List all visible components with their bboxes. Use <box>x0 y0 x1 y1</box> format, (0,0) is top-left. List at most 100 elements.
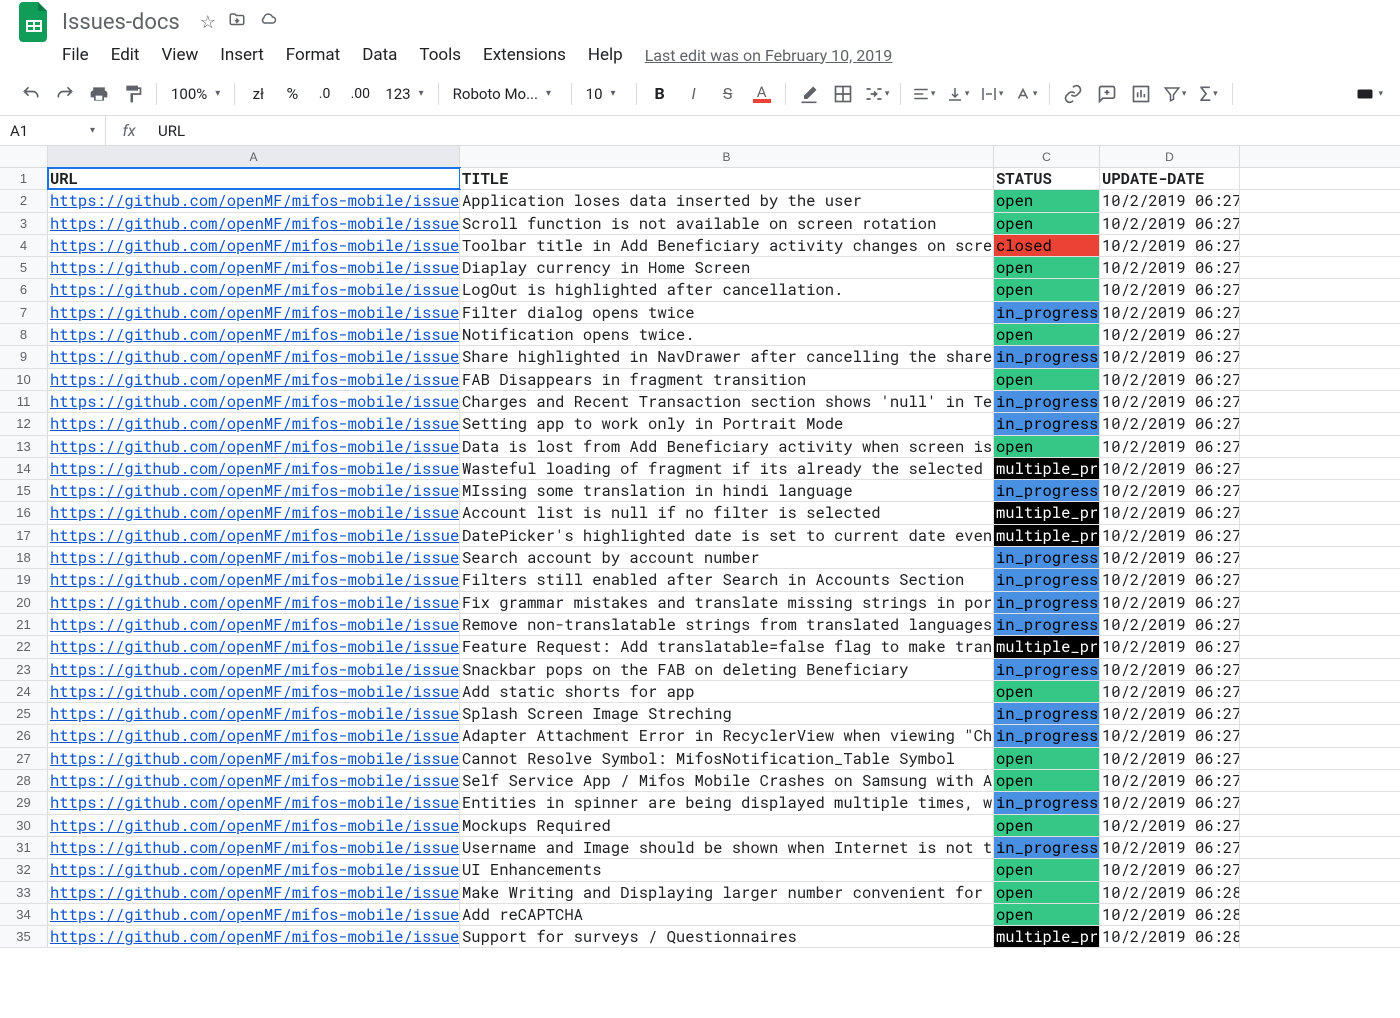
row-header[interactable]: 18 <box>0 547 48 568</box>
cell-url[interactable]: https://github.com/openMF/mifos-mobile/i… <box>48 636 460 657</box>
cell-date[interactable]: 10/2/2019 06:27 <box>1100 792 1240 813</box>
row-header[interactable]: 31 <box>0 837 48 858</box>
cell-status[interactable]: in_progress <box>994 792 1100 813</box>
cell-url[interactable]: https://github.com/openMF/mifos-mobile/i… <box>48 748 460 769</box>
menu-view[interactable]: View <box>161 45 198 65</box>
row-header[interactable]: 33 <box>0 882 48 903</box>
cell-date[interactable]: 10/2/2019 06:27 <box>1100 681 1240 702</box>
cell-date[interactable]: 10/2/2019 06:28 <box>1100 926 1240 947</box>
cell-url[interactable]: https://github.com/openMF/mifos-mobile/i… <box>48 815 460 836</box>
font-size-dropdown[interactable]: 10 <box>578 80 630 108</box>
menu-format[interactable]: Format <box>286 45 340 65</box>
cell-url[interactable]: https://github.com/openMF/mifos-mobile/i… <box>48 659 460 680</box>
cell-date[interactable]: 10/2/2019 06:27 <box>1100 502 1240 523</box>
cell-date[interactable]: 10/2/2019 06:27 <box>1100 859 1240 880</box>
insert-link-button[interactable] <box>1059 80 1087 108</box>
row-header[interactable]: 26 <box>0 725 48 746</box>
cell-title[interactable]: Entities in spinner are being displayed … <box>460 792 994 813</box>
row-header[interactable]: 28 <box>0 770 48 791</box>
cell-date[interactable]: 10/2/2019 06:27 <box>1100 725 1240 746</box>
cell-url[interactable]: https://github.com/openMF/mifos-mobile/i… <box>48 302 460 323</box>
menu-edit[interactable]: Edit <box>111 45 140 65</box>
cell-status[interactable]: open <box>994 369 1100 390</box>
row-header[interactable]: 8 <box>0 324 48 345</box>
cell-status[interactable]: open <box>994 190 1100 211</box>
cell-title[interactable]: Fix grammar mistakes and translate missi… <box>460 592 994 613</box>
cell[interactable]: UPDATE-DATE <box>1100 168 1240 189</box>
row-header[interactable]: 14 <box>0 458 48 479</box>
cell-title[interactable]: Notification opens twice. <box>460 324 994 345</box>
cell-title[interactable]: Data is lost from Add Beneficiary activi… <box>460 436 994 457</box>
cell-title[interactable]: Splash Screen Image Streching <box>460 703 994 724</box>
cell-url[interactable]: https://github.com/openMF/mifos-mobile/i… <box>48 257 460 278</box>
cell-status[interactable]: closed <box>994 235 1100 256</box>
formula-input[interactable]: URL <box>152 122 185 140</box>
row-header[interactable]: 23 <box>0 659 48 680</box>
col-header-c[interactable]: C <box>994 146 1100 167</box>
cell-title[interactable]: LogOut is highlighted after cancellation… <box>460 279 994 300</box>
row-header[interactable]: 34 <box>0 904 48 925</box>
cell-url[interactable]: https://github.com/openMF/mifos-mobile/i… <box>48 770 460 791</box>
cell-date[interactable]: 10/2/2019 06:27 <box>1100 391 1240 412</box>
insert-comment-button[interactable] <box>1093 80 1121 108</box>
cell-url[interactable]: https://github.com/openMF/mifos-mobile/i… <box>48 235 460 256</box>
cell-status[interactable]: in_progress <box>994 837 1100 858</box>
cloud-status-icon[interactable] <box>258 11 278 34</box>
paint-format-button[interactable] <box>119 80 147 108</box>
cell-url[interactable]: https://github.com/openMF/mifos-mobile/i… <box>48 547 460 568</box>
cell[interactable]: STATUS <box>994 168 1100 189</box>
cell-status[interactable]: in_progress <box>994 346 1100 367</box>
cell-status[interactable]: in_progress <box>994 302 1100 323</box>
cell-title[interactable]: Account list is null if no filter is sel… <box>460 502 994 523</box>
cell-status[interactable]: open <box>994 882 1100 903</box>
cell-title[interactable]: Filters still enabled after Search in Ac… <box>460 569 994 590</box>
row-header[interactable]: 16 <box>0 502 48 523</box>
zoom-dropdown[interactable]: 100% <box>163 80 228 108</box>
cell-title[interactable]: Snackbar pops on the FAB on deleting Ben… <box>460 659 994 680</box>
cell-status[interactable]: open <box>994 859 1100 880</box>
cell-date[interactable]: 10/2/2019 06:27 <box>1100 480 1240 501</box>
cell-url[interactable]: https://github.com/openMF/mifos-mobile/i… <box>48 926 460 947</box>
menu-help[interactable]: Help <box>588 45 623 65</box>
menu-insert[interactable]: Insert <box>220 45 264 65</box>
cell-url[interactable]: https://github.com/openMF/mifos-mobile/i… <box>48 681 460 702</box>
more-formats-dropdown[interactable]: 123 <box>377 80 431 108</box>
cell-status[interactable]: multiple_prs <box>994 636 1100 657</box>
cell-date[interactable]: 10/2/2019 06:27 <box>1100 369 1240 390</box>
row-header[interactable]: 1 <box>0 168 48 189</box>
cell-status[interactable]: multiple_prs <box>994 926 1100 947</box>
cell-status[interactable]: in_progress <box>994 659 1100 680</box>
cell-date[interactable]: 10/2/2019 06:27 <box>1100 614 1240 635</box>
cell-title[interactable]: Charges and Recent Transaction section s… <box>460 391 994 412</box>
row-header[interactable]: 19 <box>0 569 48 590</box>
cell-date[interactable]: 10/2/2019 06:27 <box>1100 436 1240 457</box>
font-dropdown[interactable]: Roboto Mo... <box>445 80 565 108</box>
cell-status[interactable]: open <box>994 815 1100 836</box>
cell-status[interactable]: open <box>994 748 1100 769</box>
row-header[interactable]: 20 <box>0 592 48 613</box>
col-header-b[interactable]: B <box>460 146 994 167</box>
cell-status[interactable]: in_progress <box>994 614 1100 635</box>
cell-title[interactable]: Share highlighted in NavDrawer after can… <box>460 346 994 367</box>
cell-title[interactable]: Cannot Resolve Symbol: MifosNotification… <box>460 748 994 769</box>
cell-title[interactable]: Search account by account number <box>460 547 994 568</box>
cell-date[interactable]: 10/2/2019 06:27 <box>1100 770 1240 791</box>
row-header[interactable]: 13 <box>0 436 48 457</box>
row-header[interactable]: 32 <box>0 859 48 880</box>
row-header[interactable]: 17 <box>0 525 48 546</box>
cell-title[interactable]: FAB Disappears in fragment transition <box>460 369 994 390</box>
cell-status[interactable]: multiple_prs <box>994 502 1100 523</box>
borders-button[interactable] <box>829 80 857 108</box>
cell-title[interactable]: Toolbar title in Add Beneficiary activit… <box>460 235 994 256</box>
cell-url[interactable]: https://github.com/openMF/mifos-mobile/i… <box>48 569 460 590</box>
row-header[interactable]: 3 <box>0 213 48 234</box>
cell-date[interactable]: 10/2/2019 06:28 <box>1100 904 1240 925</box>
percent-button[interactable]: % <box>278 80 306 108</box>
menu-tools[interactable]: Tools <box>419 45 461 65</box>
row-header[interactable]: 12 <box>0 413 48 434</box>
cell-title[interactable]: Application loses data inserted by the u… <box>460 190 994 211</box>
cell-status[interactable]: open <box>994 436 1100 457</box>
cell-date[interactable]: 10/2/2019 06:27 <box>1100 547 1240 568</box>
cell-date[interactable]: 10/2/2019 06:27 <box>1100 703 1240 724</box>
sheets-logo-icon[interactable] <box>14 2 54 42</box>
